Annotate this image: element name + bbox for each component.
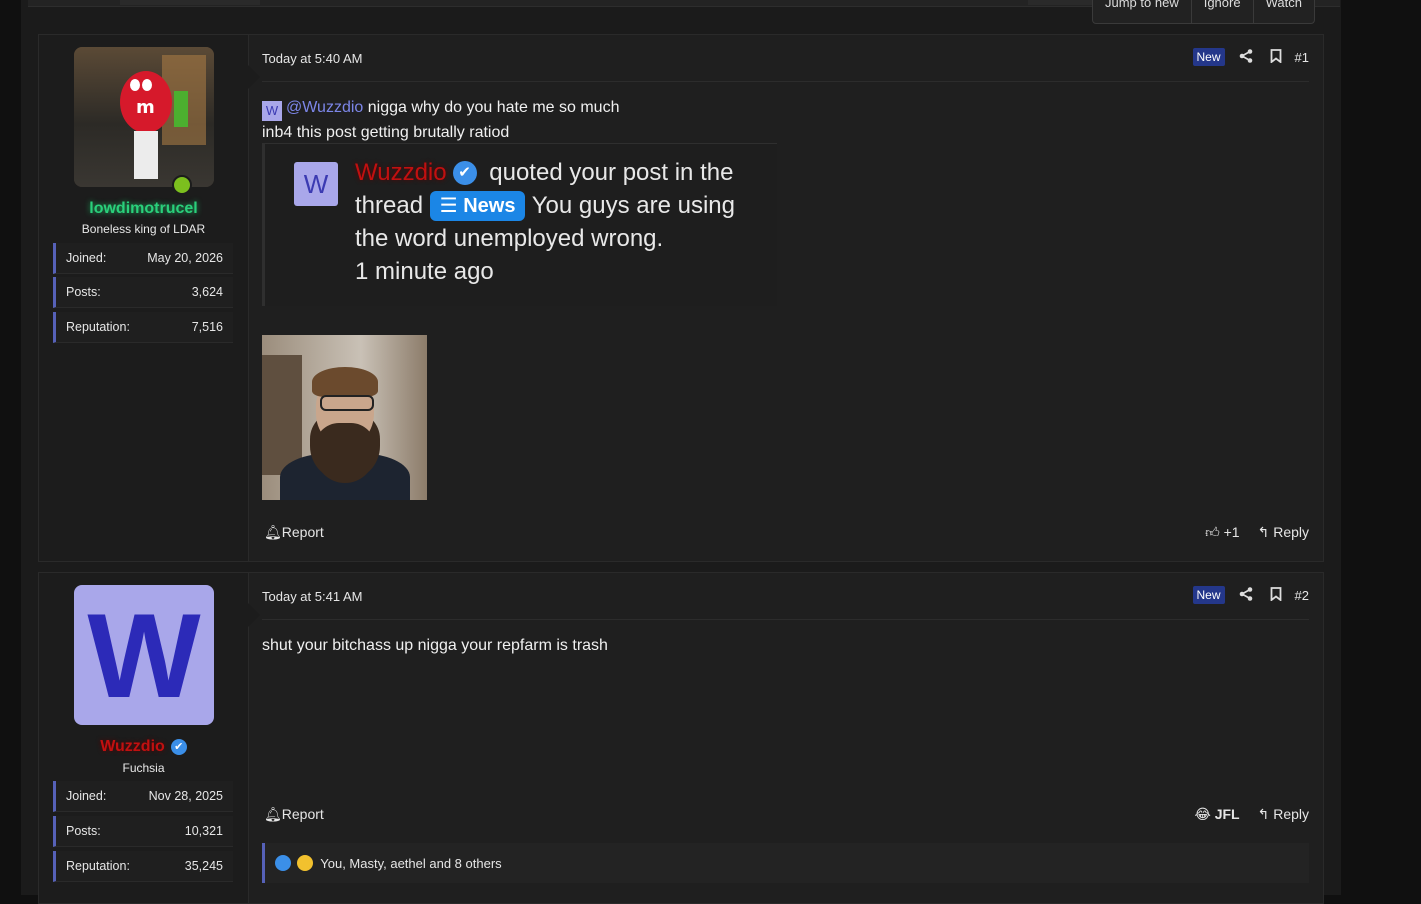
top-bar-segment: [1028, 0, 1098, 5]
bell-icon: 🔔︎: [264, 806, 282, 822]
user-title: Boneless king of LDAR: [81, 222, 206, 236]
stat-joined: Joined: Nov 28, 2025: [53, 781, 233, 812]
post-date[interactable]: Today at 5:40 AM: [262, 51, 362, 66]
post-tools: New #1: [1192, 48, 1309, 66]
attached-image[interactable]: [262, 335, 427, 500]
embed-time: 1 minute ago: [355, 258, 494, 285]
like-reaction-icon: [275, 855, 291, 871]
watch-button[interactable]: Watch: [1254, 0, 1314, 23]
avatar[interactable]: W: [74, 585, 214, 725]
post-divider: [262, 619, 1309, 620]
reaction-button[interactable]: 😂 JFL: [1194, 806, 1239, 823]
post-text-line: nigga why do you hate me so much: [363, 99, 620, 116]
stat-posts: Posts: 3,624: [53, 277, 233, 308]
avatar[interactable]: m: [74, 47, 214, 187]
username[interactable]: lowdimotrucel: [39, 200, 248, 218]
user-title: Fuchsia: [122, 761, 165, 775]
post-user-panel: W Wuzzdio ✔ Fuchsia Joined: Nov 28, 2025 P…: [39, 573, 260, 903]
bell-icon: 🔔︎: [264, 524, 282, 540]
thread-actions: Jump to new Ignore Watch: [1092, 0, 1315, 24]
thumbs-up-icon: 👍︎: [1205, 524, 1220, 540]
embed-text: Wuzzdio ✔ quoted your post in the thread …: [355, 159, 735, 285]
reply-button[interactable]: ↰ Reply: [1258, 524, 1309, 541]
laughing-face-icon: 😂: [1194, 806, 1211, 822]
top-bar-segment: [120, 0, 260, 5]
post-date[interactable]: Today at 5:41 AM: [262, 589, 362, 604]
report-link[interactable]: 🔔︎Report: [264, 524, 324, 541]
reply-icon: ↰: [1257, 806, 1270, 822]
post-2: W Wuzzdio ✔ Fuchsia Joined: Nov 28, 2025 P…: [38, 572, 1324, 904]
new-badge: New: [1192, 586, 1225, 604]
post-number[interactable]: #2: [1295, 588, 1309, 603]
share-icon[interactable]: [1231, 586, 1261, 604]
post-main: Today at 5:40 AM New #1 W @Wuzzdio nigga …: [262, 35, 1309, 561]
stat-reputation: Reputation: 35,245: [53, 851, 233, 882]
post-number[interactable]: #1: [1295, 50, 1309, 65]
mention-link[interactable]: @Wuzzdio: [286, 99, 363, 116]
news-chip: ☰ News: [429, 191, 526, 221]
post-body: W @Wuzzdio nigga why do you hate me so mu…: [262, 96, 619, 144]
stat-joined: Joined: May 20, 2026: [53, 243, 233, 274]
stat-reputation: Reputation: 7,516: [53, 312, 233, 343]
embedded-notification-image: W Wuzzdio ✔ quoted your post in the threa…: [262, 143, 777, 306]
reply-icon: ↰: [1257, 524, 1270, 540]
footer-actions: 👍︎ +1 ↰ Reply: [1205, 524, 1309, 541]
jump-to-new-button[interactable]: Jump to new: [1093, 0, 1192, 23]
username[interactable]: Wuzzdio: [100, 738, 165, 755]
username-row: Wuzzdio ✔: [39, 738, 248, 756]
post-tools: New #2: [1192, 586, 1309, 604]
verified-icon: ✔: [452, 161, 477, 185]
report-link[interactable]: 🔔︎Report: [264, 806, 324, 823]
post-text-line: inb4 this post getting brutally ratiod: [262, 124, 510, 141]
online-status-icon: [172, 175, 192, 195]
verified-icon: ✔: [170, 739, 187, 755]
bookmark-icon[interactable]: [1261, 586, 1291, 604]
footer-actions: 😂 JFL ↰ Reply: [1194, 806, 1309, 823]
ignore-button[interactable]: Ignore: [1192, 0, 1254, 23]
post-1: m lowdimotrucel Boneless king of LDAR Jo…: [38, 34, 1324, 562]
reply-button[interactable]: ↰ Reply: [1258, 806, 1309, 823]
post-main: Today at 5:41 AM New #2 shut your bitcha…: [262, 573, 1309, 903]
embed-avatar: W: [294, 162, 338, 206]
laughing-reaction-icon: [296, 855, 313, 871]
share-icon[interactable]: [1231, 48, 1261, 66]
mention-avatar: W: [262, 101, 282, 121]
post-body: shut your bitchass up nigga your repfarm…: [262, 637, 608, 654]
post-divider: [262, 81, 1309, 82]
reactions-summary-text[interactable]: You, Masty, aethel and 8 others: [320, 856, 501, 871]
reaction-button[interactable]: 👍︎ +1: [1205, 524, 1240, 541]
post-user-panel: m lowdimotrucel Boneless king of LDAR Jo…: [39, 35, 260, 561]
stat-posts: Posts: 10,321: [53, 816, 233, 847]
bookmark-icon[interactable]: [1261, 48, 1291, 66]
new-badge: New: [1192, 48, 1225, 66]
reactions-summary-bar[interactable]: You, Masty, aethel and 8 others: [262, 843, 1309, 883]
